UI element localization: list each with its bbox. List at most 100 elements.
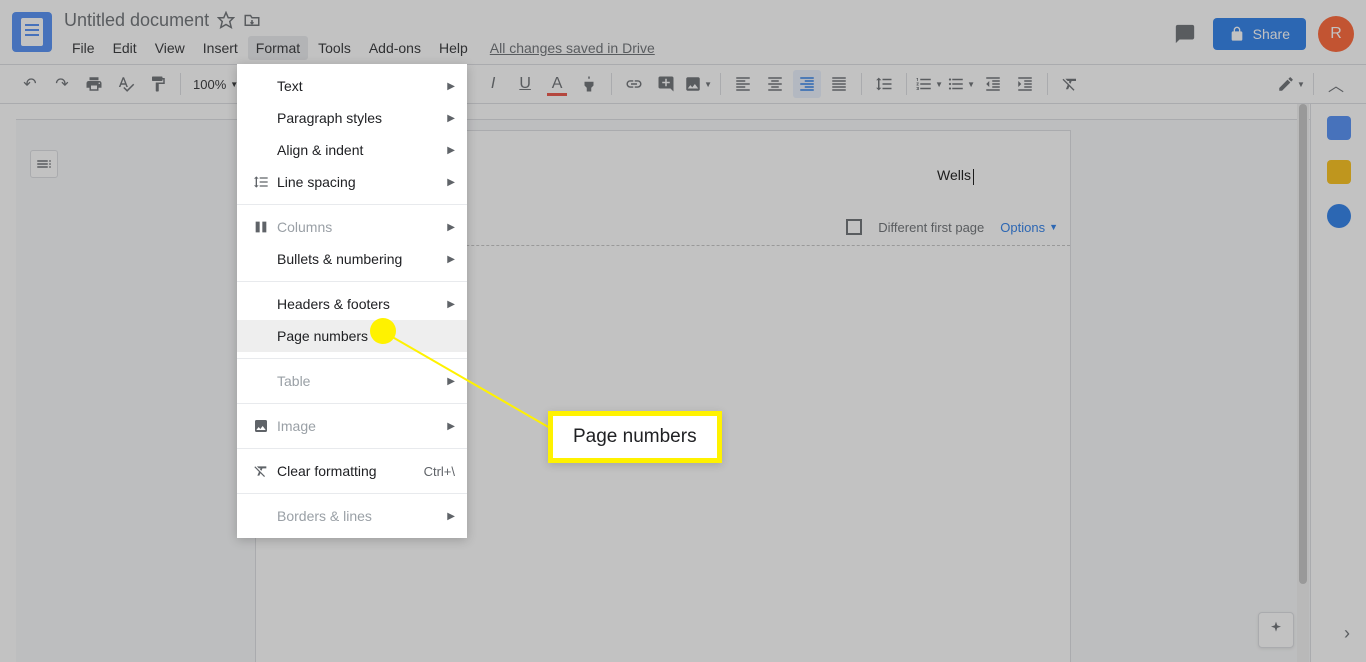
format-menu-text[interactable]: Text▶ xyxy=(237,70,467,102)
text-color-button[interactable]: A xyxy=(543,70,571,98)
align-justify-button[interactable] xyxy=(825,70,853,98)
submenu-arrow-icon: ▶ xyxy=(447,421,455,432)
format-dropdown: Text▶Paragraph styles▶Align & indent▶Lin… xyxy=(237,64,467,538)
explore-button[interactable] xyxy=(1258,612,1294,648)
format-menu-table: Table▶ xyxy=(237,365,467,397)
submenu-arrow-icon: ▶ xyxy=(447,222,455,233)
tasks-icon[interactable] xyxy=(1327,204,1351,228)
format-menu-bullets-numbering[interactable]: Bullets & numbering▶ xyxy=(237,243,467,275)
scrollbar-thumb[interactable] xyxy=(1299,104,1307,584)
format-menu-clear-formatting[interactable]: Clear formattingCtrl+\ xyxy=(237,455,467,487)
format-menu-image: Image▶ xyxy=(237,410,467,442)
docs-logo[interactable] xyxy=(12,12,52,52)
print-button[interactable] xyxy=(80,70,108,98)
toolbar: ↶ ↷ 100%▼ 11 ▼ B I U A ▼ ▼ ▼ ▼ ︿ xyxy=(0,64,1366,104)
user-avatar[interactable]: R xyxy=(1318,16,1354,52)
menu-help[interactable]: Help xyxy=(431,36,476,60)
bulleted-list-button[interactable]: ▼ xyxy=(947,70,975,98)
clear-icon xyxy=(249,463,273,479)
format-menu-line-spacing[interactable]: Line spacing▶ xyxy=(237,166,467,198)
menu-format[interactable]: Format xyxy=(248,36,308,60)
app-header: Untitled document File Edit View Insert … xyxy=(0,0,1366,64)
spellcheck-button[interactable] xyxy=(112,70,140,98)
image-button[interactable]: ▼ xyxy=(684,70,712,98)
side-panel-expand[interactable]: › xyxy=(1344,623,1350,644)
menu-separator xyxy=(237,493,467,494)
menu-separator xyxy=(237,204,467,205)
format-menu-paragraph-styles[interactable]: Paragraph styles▶ xyxy=(237,102,467,134)
workspace: Wells Different first page Options▼ xyxy=(0,104,1366,662)
menu-separator xyxy=(237,281,467,282)
star-icon[interactable] xyxy=(217,11,235,29)
format-menu-page-numbers[interactable]: Page numbers xyxy=(237,320,467,352)
menu-addons[interactable]: Add-ons xyxy=(361,36,429,60)
menu-item-label: Borders & lines xyxy=(277,508,447,524)
collapse-toolbar-button[interactable]: ︿ xyxy=(1322,70,1350,98)
submenu-arrow-icon: ▶ xyxy=(447,511,455,522)
submenu-arrow-icon: ▶ xyxy=(447,376,455,387)
align-left-button[interactable] xyxy=(729,70,757,98)
zoom-select[interactable]: 100%▼ xyxy=(189,77,242,92)
menu-item-label: Paragraph styles xyxy=(277,110,447,126)
share-label: Share xyxy=(1253,26,1290,42)
format-menu-headers-footers[interactable]: Headers & footers▶ xyxy=(237,288,467,320)
callout-box: Page numbers xyxy=(548,411,722,463)
menu-edit[interactable]: Edit xyxy=(105,36,145,60)
submenu-arrow-icon: ▶ xyxy=(447,299,455,310)
canvas: Wells Different first page Options▼ xyxy=(16,104,1310,662)
editing-mode-button[interactable]: ▼ xyxy=(1277,70,1305,98)
outdent-button[interactable] xyxy=(979,70,1007,98)
header-options-button[interactable]: Options▼ xyxy=(1000,220,1058,235)
comment-button[interactable] xyxy=(652,70,680,98)
horizontal-ruler xyxy=(16,104,1310,120)
save-status[interactable]: All changes saved in Drive xyxy=(490,36,655,60)
indent-button[interactable] xyxy=(1011,70,1039,98)
format-menu-columns: Columns▶ xyxy=(237,211,467,243)
comments-button[interactable] xyxy=(1169,18,1201,50)
columns-icon xyxy=(249,219,273,235)
align-right-button[interactable] xyxy=(793,70,821,98)
vertical-scrollbar[interactable] xyxy=(1297,104,1309,662)
share-button[interactable]: Share xyxy=(1213,18,1306,50)
menu-item-label: Headers & footers xyxy=(277,296,447,312)
clear-formatting-button[interactable] xyxy=(1056,70,1084,98)
different-first-page-checkbox[interactable] xyxy=(846,219,862,235)
outline-button[interactable] xyxy=(30,150,58,178)
numbered-list-button[interactable]: ▼ xyxy=(915,70,943,98)
undo-button[interactable]: ↶ xyxy=(16,70,44,98)
header-text[interactable]: Wells xyxy=(937,167,974,185)
menu-item-label: Clear formatting xyxy=(277,463,424,479)
redo-button[interactable]: ↷ xyxy=(48,70,76,98)
menu-item-label: Bullets & numbering xyxy=(277,251,447,267)
italic-button[interactable]: I xyxy=(479,70,507,98)
menu-separator xyxy=(237,448,467,449)
menu-view[interactable]: View xyxy=(147,36,193,60)
underline-button[interactable]: U xyxy=(511,70,539,98)
line-spacing-button[interactable] xyxy=(870,70,898,98)
menu-file[interactable]: File xyxy=(64,36,103,60)
paint-format-button[interactable] xyxy=(144,70,172,98)
menu-insert[interactable]: Insert xyxy=(195,36,246,60)
different-first-page-label: Different first page xyxy=(878,220,984,235)
menu-item-label: Columns xyxy=(277,219,447,235)
link-button[interactable] xyxy=(620,70,648,98)
align-center-button[interactable] xyxy=(761,70,789,98)
side-panel xyxy=(1310,104,1366,662)
submenu-arrow-icon: ▶ xyxy=(447,113,455,124)
menu-item-label: Text xyxy=(277,78,447,94)
calendar-icon[interactable] xyxy=(1327,116,1351,140)
format-menu-align-indent[interactable]: Align & indent▶ xyxy=(237,134,467,166)
menu-item-label: Line spacing xyxy=(277,174,447,190)
header-controls: Different first page Options▼ xyxy=(846,219,1058,235)
document-title[interactable]: Untitled document xyxy=(64,10,209,31)
menu-item-label: Table xyxy=(277,373,447,389)
move-icon[interactable] xyxy=(243,11,261,29)
submenu-arrow-icon: ▶ xyxy=(447,177,455,188)
line-spacing-icon xyxy=(249,174,273,190)
image-icon xyxy=(249,418,273,434)
submenu-arrow-icon: ▶ xyxy=(447,145,455,156)
highlight-button[interactable] xyxy=(575,70,603,98)
keep-icon[interactable] xyxy=(1327,160,1351,184)
menu-tools[interactable]: Tools xyxy=(310,36,359,60)
menu-separator xyxy=(237,403,467,404)
